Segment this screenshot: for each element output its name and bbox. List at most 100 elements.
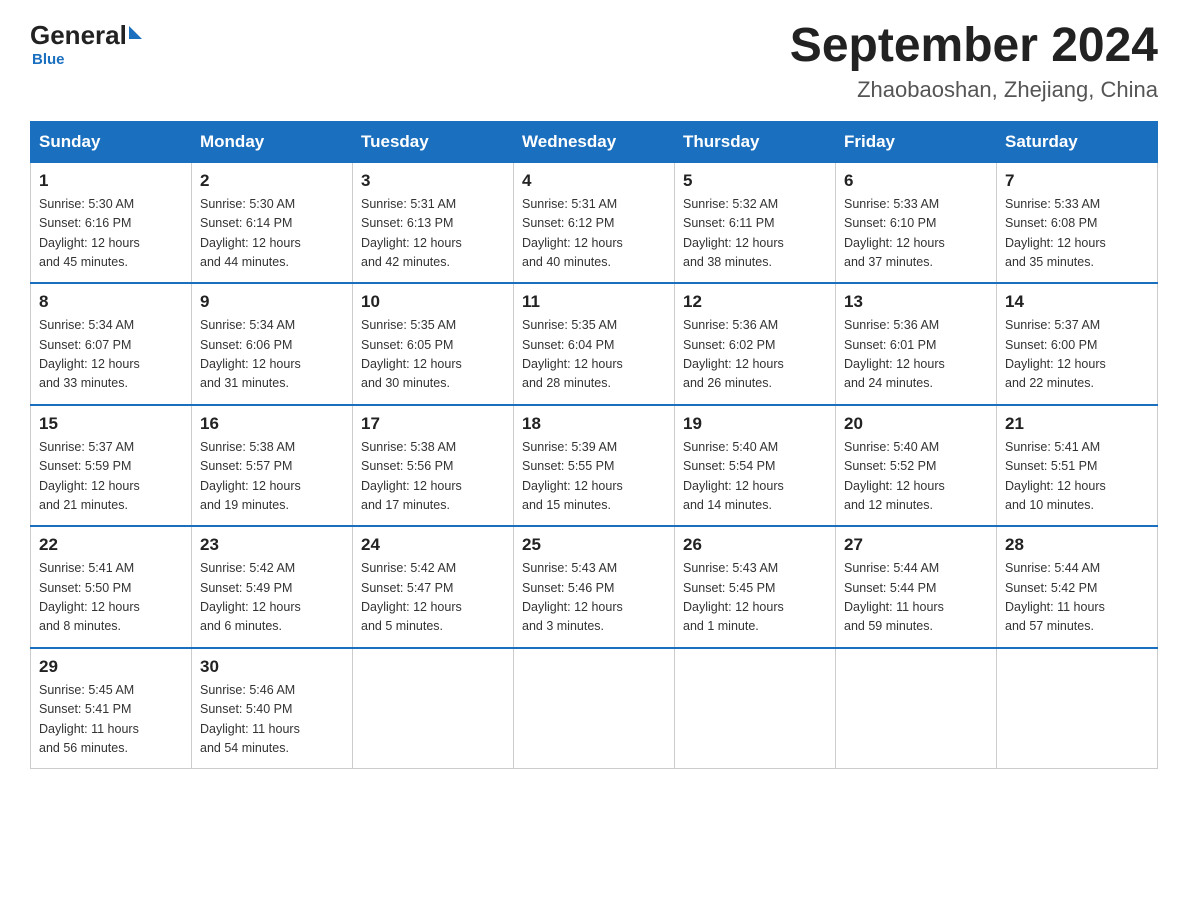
calendar-cell: 29 Sunrise: 5:45 AMSunset: 5:41 PMDayligh…: [31, 648, 192, 769]
calendar-cell: 22 Sunrise: 5:41 AMSunset: 5:50 PMDayligh…: [31, 526, 192, 648]
header-day-tuesday: Tuesday: [353, 121, 514, 162]
calendar-table: SundayMondayTuesdayWednesdayThursdayFrid…: [30, 121, 1158, 770]
calendar-cell: 12 Sunrise: 5:36 AMSunset: 6:02 PMDayligh…: [675, 283, 836, 405]
day-info: Sunrise: 5:42 AMSunset: 5:49 PMDaylight:…: [200, 559, 344, 637]
day-info: Sunrise: 5:44 AMSunset: 5:42 PMDaylight:…: [1005, 559, 1149, 637]
calendar-cell: 14 Sunrise: 5:37 AMSunset: 6:00 PMDayligh…: [997, 283, 1158, 405]
day-info: Sunrise: 5:33 AMSunset: 6:08 PMDaylight:…: [1005, 195, 1149, 273]
day-info: Sunrise: 5:43 AMSunset: 5:46 PMDaylight:…: [522, 559, 666, 637]
day-number: 15: [39, 414, 183, 434]
day-number: 12: [683, 292, 827, 312]
day-info: Sunrise: 5:30 AMSunset: 6:16 PMDaylight:…: [39, 195, 183, 273]
header-day-friday: Friday: [836, 121, 997, 162]
header-day-sunday: Sunday: [31, 121, 192, 162]
calendar-cell: 20 Sunrise: 5:40 AMSunset: 5:52 PMDayligh…: [836, 405, 997, 527]
logo-triangle-icon: [129, 26, 142, 39]
calendar-cell: 28 Sunrise: 5:44 AMSunset: 5:42 PMDayligh…: [997, 526, 1158, 648]
calendar-cell: 11Sunrise: 5:35 AMSunset: 6:04 PMDayligh…: [514, 283, 675, 405]
calendar-cell: [353, 648, 514, 769]
week-row-5: 29 Sunrise: 5:45 AMSunset: 5:41 PMDayligh…: [31, 648, 1158, 769]
day-info: Sunrise: 5:40 AMSunset: 5:54 PMDaylight:…: [683, 438, 827, 516]
day-info: Sunrise: 5:45 AMSunset: 5:41 PMDaylight:…: [39, 681, 183, 759]
calendar-cell: 6Sunrise: 5:33 AMSunset: 6:10 PMDaylight…: [836, 162, 997, 283]
title-block: September 2024 Zhaobaoshan, Zhejiang, Ch…: [790, 20, 1158, 103]
logo-text-blue: Blue: [32, 51, 65, 68]
day-info: Sunrise: 5:34 AMSunset: 6:07 PMDaylight:…: [39, 316, 183, 394]
logo-text-general: General: [30, 20, 127, 51]
day-number: 18: [522, 414, 666, 434]
day-number: 29: [39, 657, 183, 677]
day-info: Sunrise: 5:31 AMSunset: 6:12 PMDaylight:…: [522, 195, 666, 273]
day-info: Sunrise: 5:38 AMSunset: 5:57 PMDaylight:…: [200, 438, 344, 516]
day-number: 19: [683, 414, 827, 434]
week-row-4: 22 Sunrise: 5:41 AMSunset: 5:50 PMDayligh…: [31, 526, 1158, 648]
day-number: 4: [522, 171, 666, 191]
header-day-saturday: Saturday: [997, 121, 1158, 162]
calendar-cell: 30Sunrise: 5:46 AMSunset: 5:40 PMDayligh…: [192, 648, 353, 769]
calendar-cell: 3 Sunrise: 5:31 AMSunset: 6:13 PMDaylight…: [353, 162, 514, 283]
day-number: 27: [844, 535, 988, 555]
day-info: Sunrise: 5:30 AMSunset: 6:14 PMDaylight:…: [200, 195, 344, 273]
calendar-subtitle: Zhaobaoshan, Zhejiang, China: [790, 77, 1158, 103]
calendar-cell: 13Sunrise: 5:36 AMSunset: 6:01 PMDayligh…: [836, 283, 997, 405]
day-number: 23: [200, 535, 344, 555]
calendar-cell: 19 Sunrise: 5:40 AMSunset: 5:54 PMDayligh…: [675, 405, 836, 527]
calendar-cell: 8 Sunrise: 5:34 AMSunset: 6:07 PMDaylight…: [31, 283, 192, 405]
day-number: 6: [844, 171, 988, 191]
day-info: Sunrise: 5:40 AMSunset: 5:52 PMDaylight:…: [844, 438, 988, 516]
calendar-cell: 18 Sunrise: 5:39 AMSunset: 5:55 PMDayligh…: [514, 405, 675, 527]
day-info: Sunrise: 5:44 AMSunset: 5:44 PMDaylight:…: [844, 559, 988, 637]
calendar-cell: 9Sunrise: 5:34 AMSunset: 6:06 PMDaylight…: [192, 283, 353, 405]
day-number: 13: [844, 292, 988, 312]
calendar-cell: [836, 648, 997, 769]
day-number: 2: [200, 171, 344, 191]
day-number: 5: [683, 171, 827, 191]
header-day-thursday: Thursday: [675, 121, 836, 162]
day-number: 1: [39, 171, 183, 191]
calendar-cell: 24Sunrise: 5:42 AMSunset: 5:47 PMDayligh…: [353, 526, 514, 648]
day-info: Sunrise: 5:41 AMSunset: 5:51 PMDaylight:…: [1005, 438, 1149, 516]
header-day-wednesday: Wednesday: [514, 121, 675, 162]
day-info: Sunrise: 5:37 AMSunset: 6:00 PMDaylight:…: [1005, 316, 1149, 394]
header-area: General Blue September 2024 Zhaobaoshan,…: [30, 20, 1158, 103]
day-number: 25: [522, 535, 666, 555]
day-info: Sunrise: 5:37 AMSunset: 5:59 PMDaylight:…: [39, 438, 183, 516]
day-info: Sunrise: 5:35 AMSunset: 6:04 PMDaylight:…: [522, 316, 666, 394]
calendar-cell: 7Sunrise: 5:33 AMSunset: 6:08 PMDaylight…: [997, 162, 1158, 283]
day-number: 26: [683, 535, 827, 555]
day-number: 8: [39, 292, 183, 312]
calendar-cell: 15 Sunrise: 5:37 AMSunset: 5:59 PMDayligh…: [31, 405, 192, 527]
day-info: Sunrise: 5:43 AMSunset: 5:45 PMDaylight:…: [683, 559, 827, 637]
day-number: 14: [1005, 292, 1149, 312]
calendar-cell: 21 Sunrise: 5:41 AMSunset: 5:51 PMDayligh…: [997, 405, 1158, 527]
calendar-header: SundayMondayTuesdayWednesdayThursdayFrid…: [31, 121, 1158, 162]
calendar-cell: 1 Sunrise: 5:30 AMSunset: 6:16 PMDaylight…: [31, 162, 192, 283]
day-info: Sunrise: 5:39 AMSunset: 5:55 PMDaylight:…: [522, 438, 666, 516]
day-number: 3: [361, 171, 505, 191]
calendar-title: September 2024: [790, 20, 1158, 73]
day-info: Sunrise: 5:35 AMSunset: 6:05 PMDaylight:…: [361, 316, 505, 394]
day-number: 17: [361, 414, 505, 434]
day-info: Sunrise: 5:38 AMSunset: 5:56 PMDaylight:…: [361, 438, 505, 516]
day-info: Sunrise: 5:32 AMSunset: 6:11 PMDaylight:…: [683, 195, 827, 273]
day-info: Sunrise: 5:36 AMSunset: 6:02 PMDaylight:…: [683, 316, 827, 394]
calendar-cell: 23 Sunrise: 5:42 AMSunset: 5:49 PMDayligh…: [192, 526, 353, 648]
day-info: Sunrise: 5:34 AMSunset: 6:06 PMDaylight:…: [200, 316, 344, 394]
day-number: 22: [39, 535, 183, 555]
calendar-cell: 5 Sunrise: 5:32 AMSunset: 6:11 PMDaylight…: [675, 162, 836, 283]
day-info: Sunrise: 5:46 AMSunset: 5:40 PMDaylight:…: [200, 681, 344, 759]
day-number: 21: [1005, 414, 1149, 434]
day-number: 16: [200, 414, 344, 434]
day-number: 28: [1005, 535, 1149, 555]
calendar-cell: 17 Sunrise: 5:38 AMSunset: 5:56 PMDayligh…: [353, 405, 514, 527]
day-info: Sunrise: 5:31 AMSunset: 6:13 PMDaylight:…: [361, 195, 505, 273]
week-row-1: 1 Sunrise: 5:30 AMSunset: 6:16 PMDaylight…: [31, 162, 1158, 283]
calendar-cell: [997, 648, 1158, 769]
calendar-cell: 25 Sunrise: 5:43 AMSunset: 5:46 PMDayligh…: [514, 526, 675, 648]
day-info: Sunrise: 5:41 AMSunset: 5:50 PMDaylight:…: [39, 559, 183, 637]
day-number: 10: [361, 292, 505, 312]
calendar-cell: 16 Sunrise: 5:38 AMSunset: 5:57 PMDayligh…: [192, 405, 353, 527]
day-number: 20: [844, 414, 988, 434]
calendar-cell: 10 Sunrise: 5:35 AMSunset: 6:05 PMDayligh…: [353, 283, 514, 405]
calendar-cell: 27 Sunrise: 5:44 AMSunset: 5:44 PMDayligh…: [836, 526, 997, 648]
